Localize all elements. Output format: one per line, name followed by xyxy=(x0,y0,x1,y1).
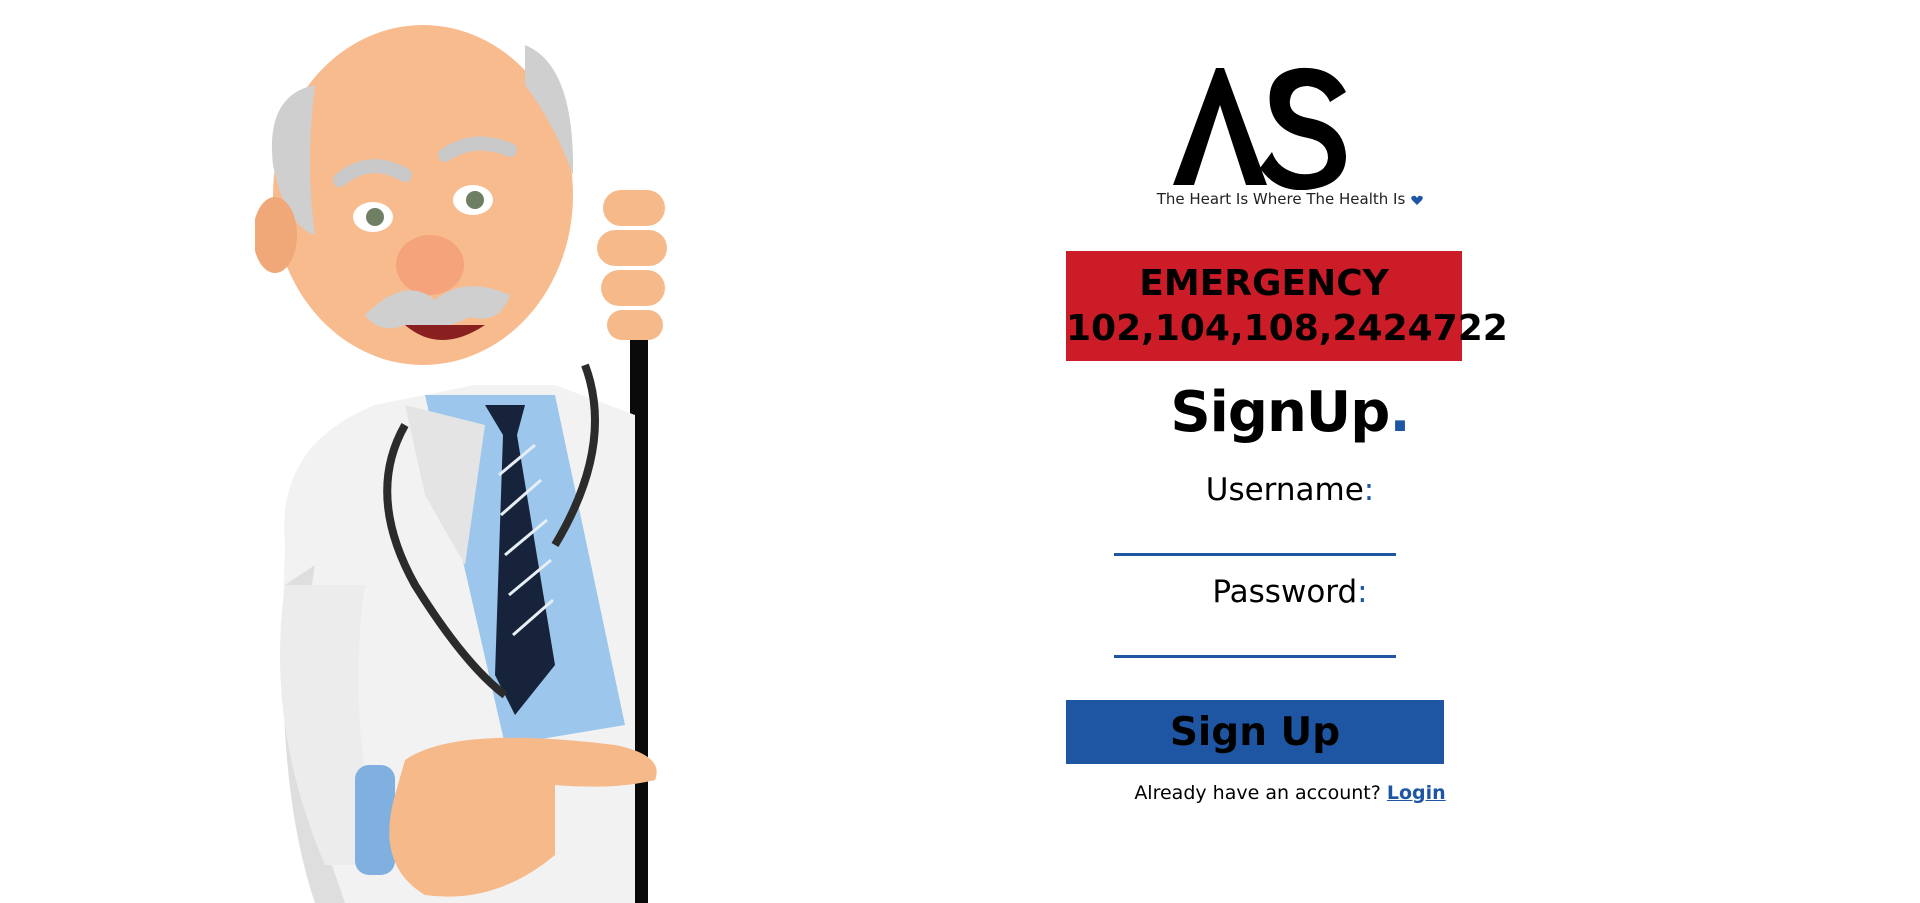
page-title: SignUp. xyxy=(1040,380,1540,445)
username-label-text: Username xyxy=(1205,472,1364,508)
page-title-text: SignUp xyxy=(1170,380,1390,445)
emergency-numbers: 102,104,108,2424722 xyxy=(1066,308,1508,349)
emergency-banner: EMERGENCY 102,104,108,2424722 xyxy=(1066,251,1508,361)
doctor-illustration xyxy=(255,25,667,903)
brand-logo xyxy=(1173,67,1346,190)
password-label: Password: xyxy=(1040,574,1540,610)
username-input[interactable] xyxy=(1114,513,1396,556)
login-prompt-text: Already have an account? xyxy=(1134,782,1381,804)
heart-icon xyxy=(1411,192,1424,210)
username-label: Username: xyxy=(1040,472,1540,508)
emergency-title: EMERGENCY xyxy=(1139,263,1389,304)
password-input[interactable] xyxy=(1114,615,1396,658)
tagline-text: The Heart Is Where The Health Is xyxy=(1156,190,1406,208)
login-link[interactable]: Login xyxy=(1387,782,1446,804)
password-colon: : xyxy=(1357,574,1368,610)
tagline: The Heart Is Where The Health Is xyxy=(1040,190,1540,210)
signup-button[interactable]: Sign Up xyxy=(1066,700,1444,764)
login-prompt: Already have an account? Login xyxy=(1040,782,1540,804)
username-colon: : xyxy=(1363,472,1375,508)
password-label-text: Password xyxy=(1212,574,1358,610)
title-dot: . xyxy=(1389,380,1410,445)
